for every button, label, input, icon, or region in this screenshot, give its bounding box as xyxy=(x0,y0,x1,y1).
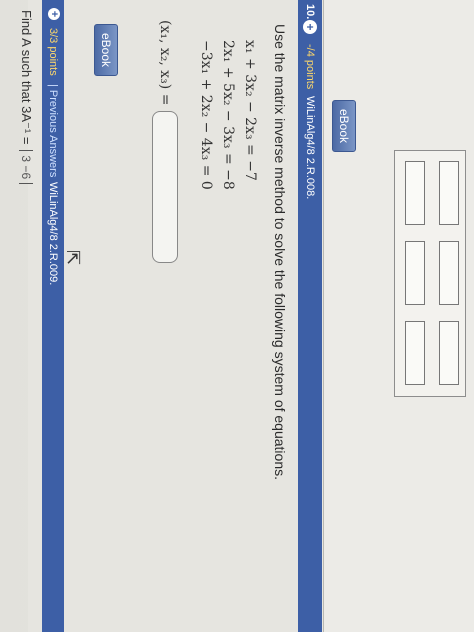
previous-question-area: eBook xyxy=(324,0,474,632)
next-question-code[interactable]: WiLinAlg4/8 2.R.009. xyxy=(42,182,64,285)
matrix-cell[interactable] xyxy=(439,321,459,385)
matrix-cell[interactable] xyxy=(439,241,459,305)
equation-3: −3x₁ + 2x₂ − 4x₃ = 0 xyxy=(198,40,214,190)
question-number: 10. xyxy=(304,4,316,20)
divider xyxy=(323,0,324,632)
expand-icon[interactable]: + xyxy=(303,20,317,34)
question-header: 10. + -/4 points WiLinAlg4/8 2.R.008. xyxy=(298,0,322,632)
next-question-points: 3/3 points xyxy=(47,28,59,76)
equation-1: x₁ + 3x₂ − 2x₃ = −7 xyxy=(242,40,258,181)
answer-label: (x₁, x₂, x₃) = xyxy=(157,20,173,106)
ebook-button[interactable]: eBook xyxy=(94,24,118,77)
next-question-body: Find A such that 3A⁻¹ = 3 −6 xyxy=(18,10,34,185)
expand-icon[interactable]: + xyxy=(48,8,60,20)
matrix-cell[interactable] xyxy=(405,241,425,305)
next-question-header: + 3/3 points | Previous Answers WiLinAlg… xyxy=(42,0,64,632)
previous-answer-grid xyxy=(394,150,466,397)
question-body: Use the matrix inverse method to solve t… xyxy=(28,0,298,632)
question-code[interactable]: WiLinAlg4/8 2.R.008. xyxy=(298,96,322,199)
previous-answers-link[interactable]: | Previous Answers xyxy=(42,84,64,177)
equation-system: x₁ + 3x₂ − 2x₃ = −7 2x₁ + 5x₂ − 3x₃ = −8… xyxy=(192,40,258,190)
matrix-preview: 3 −6 xyxy=(19,150,33,185)
question-prompt: Use the matrix inverse method to solve t… xyxy=(272,24,288,480)
ebook-button[interactable]: eBook xyxy=(332,100,356,153)
matrix-cell[interactable] xyxy=(439,161,459,225)
next-question-prompt: Find A such that 3A⁻¹ = xyxy=(19,10,34,145)
matrix-cell[interactable] xyxy=(405,321,425,385)
equation-2: 2x₁ + 5x₂ − 3x₃ = −8 xyxy=(220,40,236,190)
page: eBook 10. + -/4 points WiLinAlg4/8 2.R.0… xyxy=(0,0,474,632)
question-points: -/4 points xyxy=(304,44,316,90)
answer-row: (x₁, x₂, x₃) = xyxy=(152,20,178,264)
mouse-cursor-icon: ⇱ xyxy=(63,250,83,266)
answer-input[interactable] xyxy=(152,111,178,264)
matrix-cell[interactable] xyxy=(405,161,425,225)
